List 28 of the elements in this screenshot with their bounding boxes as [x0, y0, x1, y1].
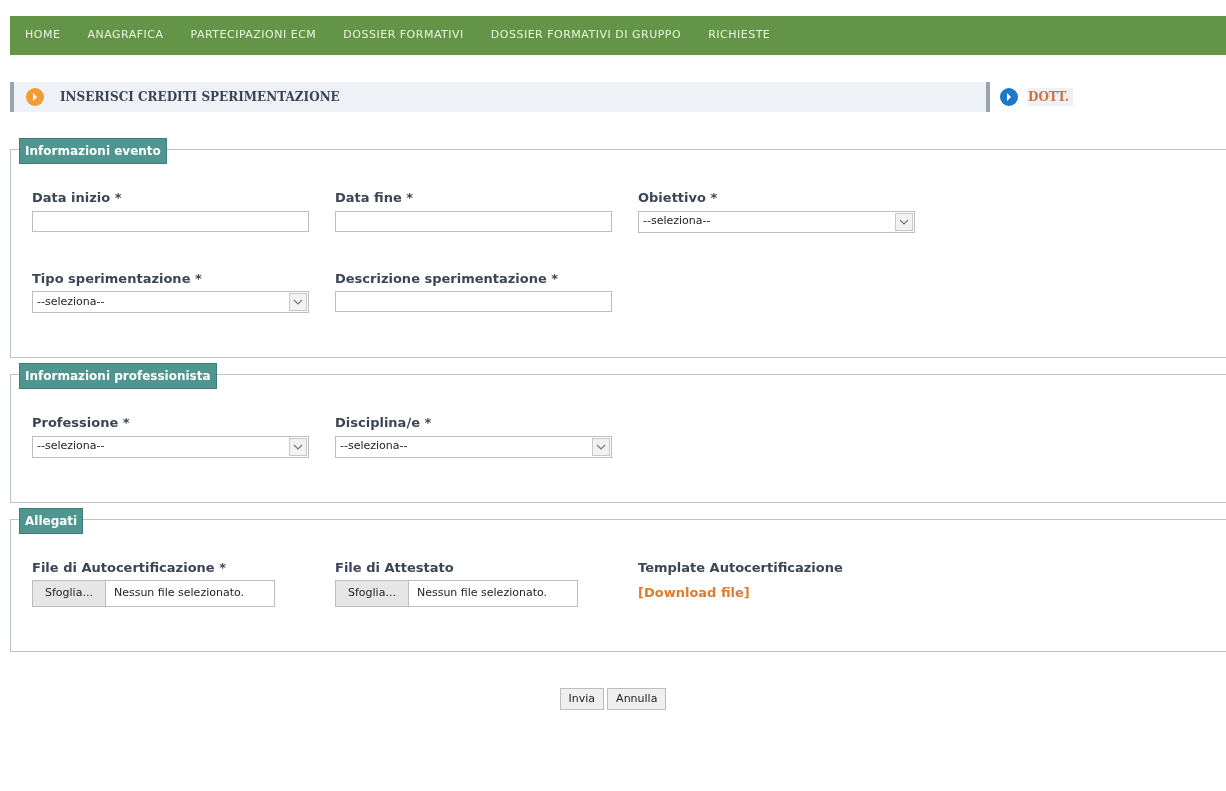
field-label: File di Attestato: [335, 558, 455, 577]
field-label: Obiettivo *: [638, 189, 719, 207]
page-title: INSERISCI CREDITI SPERIMENTAZIONE: [60, 89, 340, 106]
section-legend: Allegati: [19, 507, 84, 534]
field-label: Tipo sperimentazione *: [32, 269, 203, 288]
field-label: Descrizione sperimentazione *: [335, 269, 560, 288]
field-label: Disciplina/e *: [335, 414, 433, 432]
field-label: Data fine *: [335, 189, 415, 207]
section-legend: Informazioni evento: [19, 138, 167, 164]
text-field[interactable]: [335, 210, 612, 232]
browse-button[interactable]: Sfoglia...: [33, 581, 106, 606]
file-field[interactable]: Sfoglia... Nessun file selezionato.: [32, 580, 275, 607]
file-field[interactable]: Sfoglia... Nessun file selezionato.: [335, 580, 578, 607]
form-button[interactable]: Invia: [559, 688, 605, 710]
field-label: File di Autocertificazione *: [32, 558, 227, 577]
field-label: Professione *: [32, 414, 131, 432]
section-legend: Informazioni professionista: [19, 363, 217, 389]
select-field[interactable]: --seleziona--: [32, 291, 309, 313]
select-field[interactable]: --seleziona--: [335, 435, 612, 458]
select-field[interactable]: --seleziona--: [638, 210, 915, 233]
field-label: Data inizio *: [32, 189, 123, 207]
user-title: DOTT.: [1028, 88, 1073, 106]
field-label: Template Autocertificazione: [638, 558, 844, 577]
text-field[interactable]: [335, 291, 612, 312]
form-button[interactable]: Annulla: [607, 688, 667, 710]
select-field[interactable]: --seleziona--: [32, 435, 309, 458]
browse-button[interactable]: Sfoglia...: [336, 581, 409, 606]
text-field[interactable]: [32, 210, 309, 232]
